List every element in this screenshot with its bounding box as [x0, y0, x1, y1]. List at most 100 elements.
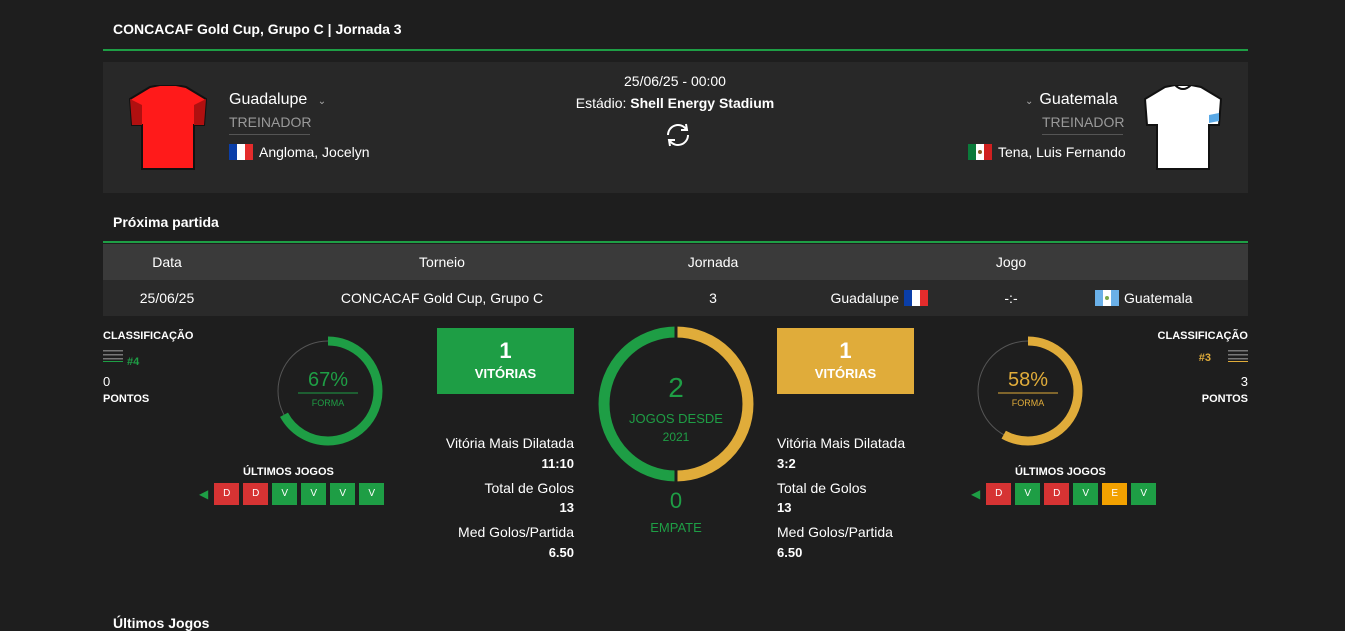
home-form-gauge: 67% FORMA [273, 336, 383, 446]
home-goals-label: Total de Golos [484, 480, 575, 496]
last-games-title: Últimos Jogos [113, 615, 210, 631]
away-last-games: ◀ D V D V E V [971, 483, 1157, 505]
home-classification-label: CLASSIFICAÇÃO [103, 330, 194, 342]
away-biggest-label: Vitória Mais Dilatada [777, 435, 906, 451]
result-badge[interactable]: D [986, 483, 1012, 505]
result-badge[interactable]: V [1073, 483, 1099, 505]
arrow-left-icon: ◀ [199, 487, 209, 501]
home-team-selector[interactable]: Guadalupe ⌄ [229, 91, 326, 109]
home-shirt-icon [128, 85, 208, 170]
stadium-name: Shell Energy Stadium [630, 95, 775, 111]
home-avg: 6.50 [548, 545, 574, 560]
away-points: 3 [1240, 374, 1248, 389]
result-badge[interactable]: D [214, 483, 240, 505]
h2h-draws-label: EMPATE [650, 520, 702, 535]
match-datetime: 25/06/25 - 00:00 [624, 73, 726, 89]
result-badge[interactable]: D [1044, 483, 1070, 505]
next-home-name: Guadalupe [830, 290, 899, 306]
mexico-flag-icon [968, 144, 992, 160]
home-wins-box: 1 VITÓRIAS [437, 328, 574, 394]
away-team-name: Guatemala [1039, 91, 1118, 108]
away-goals: 13 [777, 500, 792, 515]
france-flag-icon [229, 144, 253, 160]
divider [103, 241, 1248, 243]
table-row[interactable]: 25/06/25 CONCACAF Gold Cup, Grupo C 3 Gu… [103, 280, 1248, 316]
home-form-percent: 67% [308, 369, 348, 391]
h2h-ring: 2 JOGOS DESDE 2021 [598, 326, 754, 482]
away-biggest: 3:2 [777, 456, 796, 471]
home-biggest-label: Vitória Mais Dilatada [445, 435, 574, 451]
home-team-name: Guadalupe [229, 91, 308, 108]
h2h-draws: 0 [669, 488, 683, 513]
away-form-label: FORMA [1012, 398, 1045, 408]
home-coach[interactable]: Angloma, Jocelyn [229, 144, 370, 160]
away-form-gauge: 58% FORMA [973, 336, 1083, 446]
away-coach[interactable]: Tena, Luis Fernando [968, 144, 1126, 160]
away-goals-label: Total de Golos [777, 480, 867, 496]
result-badge[interactable]: V [272, 483, 298, 505]
home-goals: 13 [559, 500, 574, 515]
france-flag-icon [904, 290, 928, 306]
standings-icon [1228, 350, 1248, 362]
next-match-table-header: Data Torneio Jornada Jogo [103, 244, 1248, 280]
match-tournament: CONCACAF Gold Cup, Grupo C [340, 290, 544, 306]
away-rank: #3 [1198, 352, 1211, 364]
home-form-label: FORMA [312, 398, 345, 408]
result-badge[interactable]: V [330, 483, 356, 505]
match-date: 25/06/25 [139, 290, 195, 306]
away-form-percent: 58% [1008, 369, 1048, 391]
divider [1042, 134, 1123, 135]
divider [229, 134, 310, 135]
away-wins-box: 1 VITÓRIAS [777, 328, 914, 394]
home-wins-label: VITÓRIAS [474, 366, 537, 381]
home-biggest: 11:10 [541, 456, 574, 471]
away-shirt-icon [1143, 85, 1223, 170]
away-classification-label: CLASSIFICAÇÃO [1157, 330, 1248, 342]
refresh-icon[interactable] [663, 121, 693, 149]
next-away-name: Guatemala [1124, 290, 1193, 306]
home-points: 0 [103, 374, 111, 389]
result-badge[interactable]: V [1015, 483, 1041, 505]
match-round: 3 [709, 290, 717, 306]
match-info: 25/06/25 - 00:00 Estádio: Shell Energy S… [500, 73, 850, 111]
home-coach-label: TREINADOR [229, 114, 312, 130]
h2h-games: 2 [668, 372, 684, 403]
home-points-label: PONTOS [103, 393, 150, 405]
h2h-games-label: JOGOS DESDE [629, 411, 723, 426]
chevron-down-icon: ⌄ [1025, 96, 1034, 107]
result-badge[interactable]: V [301, 483, 327, 505]
next-home-team: Guadalupe [803, 280, 928, 316]
away-wins: 1 [839, 338, 852, 363]
standings-icon [103, 350, 123, 362]
chevron-down-icon: ⌄ [317, 96, 327, 107]
next-away-team: Guatemala [1095, 280, 1205, 316]
result-badge[interactable]: V [1131, 483, 1157, 505]
away-last-games-label: ÚLTIMOS JOGOS [1015, 466, 1106, 478]
away-avg-label: Med Golos/Partida [777, 524, 893, 540]
away-coach-label: TREINADOR [1042, 114, 1125, 130]
home-wins: 1 [499, 338, 512, 363]
home-last-games-label: ÚLTIMOS JOGOS [243, 466, 334, 478]
away-avg: 6.50 [777, 545, 803, 560]
away-wins-label: VITÓRIAS [814, 366, 877, 381]
away-points-label: PONTOS [1201, 393, 1248, 405]
column-header: Jogo [995, 254, 1027, 270]
column-header: Data [152, 254, 182, 270]
result-badge[interactable]: E [1102, 483, 1128, 505]
arrow-left-icon: ◀ [971, 487, 981, 501]
column-header: Jornada [687, 254, 739, 270]
away-team-selector[interactable]: ⌄ Guatemala [1025, 91, 1118, 109]
guatemala-flag-icon [1095, 290, 1119, 306]
h2h-since: 2021 [663, 430, 690, 444]
stadium-label: Estádio: [575, 95, 627, 111]
next-score: -:- [1004, 290, 1018, 306]
divider [103, 49, 1248, 51]
home-avg-label: Med Golos/Partida [458, 524, 574, 540]
result-badge[interactable]: V [359, 483, 385, 505]
next-match-title: Próxima partida [113, 214, 219, 230]
competition-title: CONCACAF Gold Cup, Grupo C | Jornada 3 [113, 21, 402, 37]
result-badge[interactable]: D [243, 483, 269, 505]
away-coach-name: Tena, Luis Fernando [998, 144, 1126, 160]
home-coach-name: Angloma, Jocelyn [259, 144, 370, 160]
home-rank: #4 [127, 356, 140, 368]
